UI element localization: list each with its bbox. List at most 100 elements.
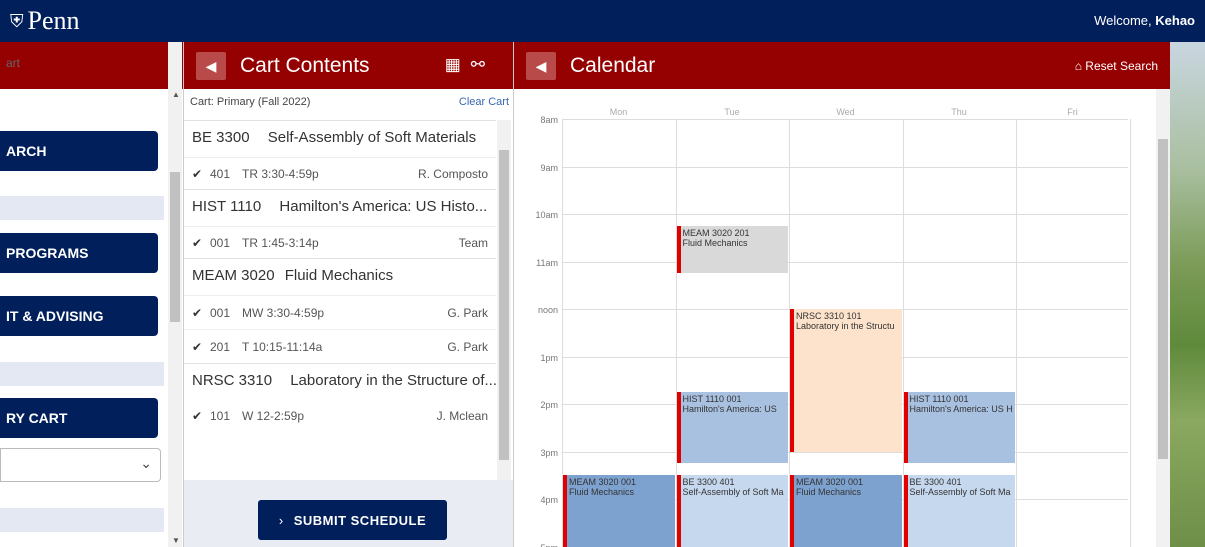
caret-left-icon: ◀ [535,57,547,74]
section-row[interactable]: ✔ 001 TR 1:45-3:14p Team [184,226,496,258]
top-bar: ⛨ Penn Welcome, Kehao [0,0,1205,42]
chevron-down-icon: ⌄ [140,455,152,471]
caret-left-icon: ◀ [205,57,217,74]
hour-label: 9am [540,162,558,173]
event-title: Hamilton's America: US H [909,404,1013,415]
hour-label: 1pm [540,352,558,363]
section-time: TR 1:45-3:14p [242,235,319,250]
scrollbar-thumb[interactable] [499,150,509,460]
cart-select[interactable]: ⌄ [0,448,161,482]
calendar-header: ◀ Calendar ⌂ Reset Search [514,42,1170,89]
calendar-icon[interactable]: ▦ [445,55,471,74]
welcome-message: Welcome, Kehao [1094,13,1195,28]
section-number: 001 [210,305,231,320]
user-name: Kehao [1155,13,1195,28]
search-panel-band [0,196,164,220]
cart-panel: ◀ Cart Contents ▦⚯ Cart: Primary (Fall 2… [183,42,514,547]
event-section: MEAM 3020 001 [796,477,864,488]
course-name: Laboratory in the Structure of... [290,372,496,389]
hour-label: 3pm [540,447,558,458]
section-number: 201 [210,339,231,354]
reset-search-link[interactable]: ⌂ Reset Search [1075,59,1158,73]
course-heading[interactable]: NRSC 3310 Laboratory in the Structure of… [184,364,496,400]
cart-tools: ▦⚯ [445,55,495,75]
hour-label: 2pm [540,400,558,410]
search-button[interactable]: ARCH [0,131,158,171]
check-icon: ✔ [192,235,203,250]
event-section: MEAM 3020 201 [682,227,750,238]
calendar-event[interactable]: MEAM 3020 001 Fluid Mechanics [563,475,675,547]
calendar-event[interactable]: HIST 1110 001 Hamilton's America: US H [903,392,1015,464]
link-icon[interactable]: ⚯ [471,55,495,74]
course-item[interactable]: BE 3300 Self-Assembly of Soft Materials … [184,120,496,189]
day-header: Fri [1067,107,1078,117]
course-name: Hamilton's America: US Histo... [279,198,488,215]
section-row[interactable]: ✔ 001 MW 3:30-4:59p G. Park [184,295,496,329]
hour-label: 4pm [540,495,558,505]
calendar-event[interactable]: BE 3300 401 Self-Assembly of Soft Ma [676,475,788,547]
collapse-cart-button[interactable]: ◀ [196,52,226,80]
course-code: NRSC 3310 [192,372,273,389]
section-row[interactable]: ✔ 201 T 10:15-11:14a G. Park [184,329,496,363]
course-item[interactable]: HIST 1110 Hamilton's America: US Histo..… [184,189,496,258]
calendar-grid: Mon Tue Wed Thu Fri 8am 9am 10am 11am noon 1pm 2pm 3… [514,89,1171,547]
cart-subtitle: Cart: Primary (Fall 2022) [190,96,311,108]
calendar-panel: ◀ Calendar ⌂ Reset Search Mon Tue Wed Thu Fr… [513,42,1170,547]
course-name: Self-Assembly of Soft Materials [267,129,477,146]
event-section: BE 3300 401 [909,477,962,488]
section-row[interactable]: ✔ 401 TR 3:30-4:59p R. Composto [184,157,496,189]
clear-cart-link[interactable]: Clear Cart [459,96,509,108]
scroll-down-icon[interactable]: ▼ [172,536,180,545]
section-time: T 10:15-11:14a [242,339,323,354]
scroll-up-icon[interactable]: ▲ [172,90,180,99]
welcome-prefix: Welcome, [1094,13,1152,28]
grid-hour-line [562,451,1128,453]
grid-hour-line [562,166,1128,168]
event-section: MEAM 3020 001 [569,477,637,488]
course-name: Fluid Mechanics [284,267,394,284]
course-code: BE 3300 [192,129,250,146]
scrollbar-thumb[interactable] [170,172,180,322]
calendar-event[interactable]: MEAM 3020 001 Fluid Mechanics [790,475,902,547]
calendar-event[interactable]: HIST 1110 001 Hamilton's America: US [676,392,788,464]
section-row[interactable]: ✔ 101 W 12-2:59p J. Mclean [184,400,496,432]
course-item[interactable]: MEAM 3020 Fluid Mechanics ✔ 001 MW 3:30-… [184,258,496,363]
section-instructor: Team [458,235,488,250]
course-item[interactable]: NRSC 3310 Laboratory in the Structure of… [184,363,496,432]
day-header: Thu [951,107,967,117]
logo-text: Penn [27,6,80,35]
course-heading[interactable]: BE 3300 Self-Assembly of Soft Materials [184,121,496,157]
audit-advising-button[interactable]: IT & ADVISING [0,296,158,336]
section-instructor: J. Mclean [436,409,488,423]
hour-label: 5pm [518,543,558,547]
reset-search-label: Reset Search [1085,59,1158,73]
background-photo [1170,42,1205,547]
primary-cart-button[interactable]: RY CART [0,398,158,438]
search-breadcrumb[interactable]: art [6,56,20,70]
submit-schedule-button[interactable]: › SUBMIT SCHEDULE [258,500,447,540]
programs-button[interactable]: PROGRAMS [0,233,158,273]
penn-logo[interactable]: ⛨ Penn [10,6,80,36]
search-panel-band [0,362,164,386]
calendar-event[interactable]: MEAM 3020 201 Fluid Mechanics [676,225,788,274]
event-title: Hamilton's America: US [682,404,777,415]
calendar-event[interactable]: BE 3300 401 Self-Assembly of Soft Ma [903,475,1015,547]
event-section: BE 3300 401 [682,477,735,488]
collapse-calendar-button[interactable]: ◀ [526,52,556,80]
section-instructor: G. Park [447,305,488,320]
section-instructor: G. Park [447,339,488,354]
hour-label: 8am [540,115,558,125]
section-time: W 12-2:59p [242,409,305,423]
search-panel-scrollbar[interactable] [168,42,182,547]
cart-scrollbar[interactable] [497,120,511,480]
check-icon: ✔ [192,409,203,423]
section-number: 001 [210,235,231,250]
course-heading[interactable]: MEAM 3020 Fluid Mechanics [184,259,496,295]
search-panel-header [0,42,183,89]
calendar-scrollbar[interactable] [1156,89,1170,547]
scrollbar-thumb[interactable] [1158,139,1168,459]
course-heading[interactable]: HIST 1110 Hamilton's America: US Histo..… [184,190,496,226]
event-title: Fluid Mechanics [682,237,748,248]
calendar-event[interactable]: NRSC 3310 101 Laboratory in the Structu [790,309,902,452]
check-icon: ✔ [192,305,203,320]
